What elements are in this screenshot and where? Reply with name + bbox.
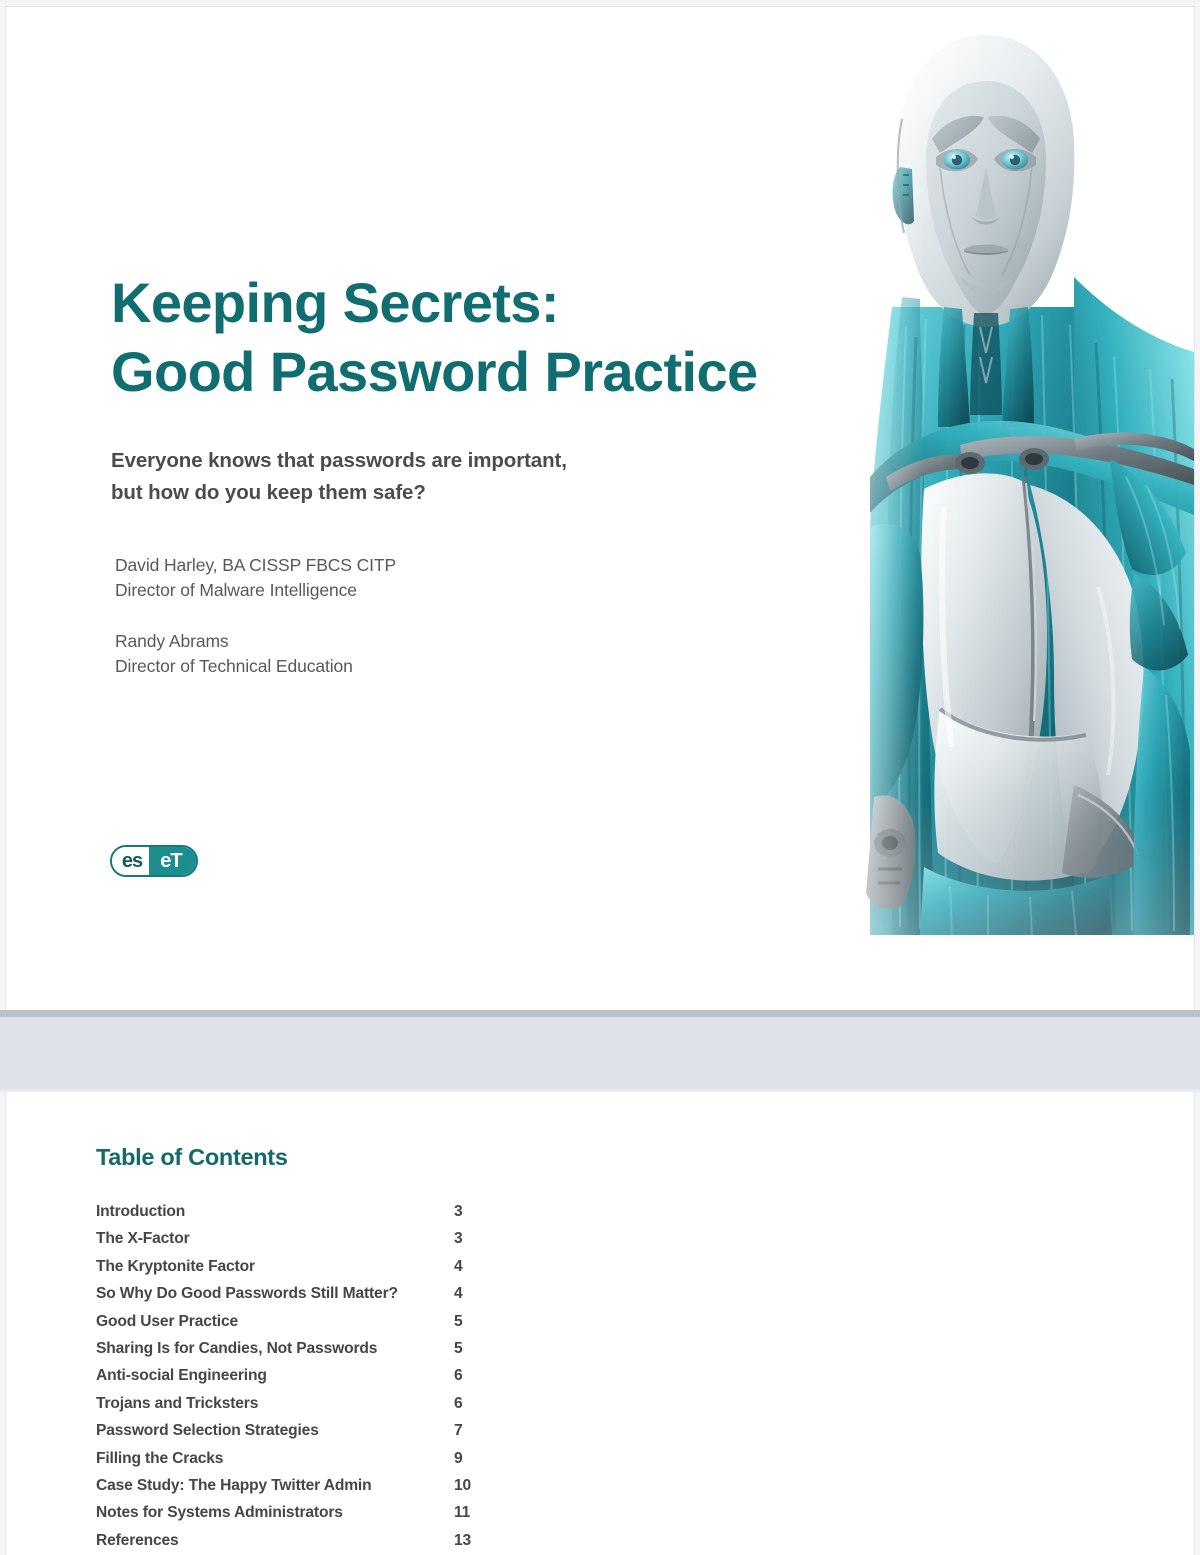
toc-entry-label: Good User Practice [96,1312,239,1330]
page-subtitle: Everyone knows that passwords are import… [111,448,567,504]
toc-list: Introduction 3 The X-Factor 3 The Kryptonite… [96,1203,516,1555]
author-list: David Harley, BA CISSP FBCS CITP Directo… [115,553,396,678]
page-separator [0,1010,1200,1092]
toc-entry[interactable]: Case Study: The Happy Twitter Admin 10 [96,1477,516,1504]
toc-entry-label: Trojans and Tricksters [96,1394,259,1412]
toc-entry-page-number: 4 [454,1257,463,1275]
toc-entry-label: So Why Do Good Passwords Still Matter? [96,1285,398,1303]
eset-logo-text-right: eT [148,847,196,875]
toc-entry-label: Password Selection Strategies [96,1422,319,1440]
author-name: Randy Abrams [115,630,229,651]
toc-entry-label: Notes for Systems Administrators [96,1504,343,1522]
toc-entry[interactable]: Anti-social Engineering 6 [96,1367,516,1394]
author-role: Director of Technical Education [115,655,353,676]
author-entry: Randy Abrams Director of Technical Educa… [115,629,396,679]
toc-entry-page-number: 7 [454,1422,463,1440]
toc-entry[interactable]: Filling the Cracks 9 [96,1450,516,1477]
toc-entry[interactable]: Sharing Is for Candies, Not Passwords 5 [96,1340,516,1367]
toc-entry-page-number: 3 [454,1230,463,1248]
cover-page: Keeping Secrets: Good Password Practice … [5,6,1195,1010]
toc-entry[interactable]: Good User Practice 5 [96,1313,516,1340]
toc-entry-page-number: 6 [454,1394,463,1412]
eset-logo: es eT [110,845,198,877]
toc-heading: Table of Contents [96,1144,288,1170]
table-of-contents: Table of Contents Introduction 3 The X-Fac… [96,1144,516,1555]
toc-entry-label: Introduction [96,1203,186,1220]
eset-logo-text-left: es [112,847,149,875]
toc-entry-page-number: 5 [454,1339,463,1357]
toc-entry-label: Case Study: The Happy Twitter Admin [96,1476,372,1494]
toc-entry-label: References [96,1531,179,1549]
toc-entry-page-number: 11 [454,1504,471,1522]
toc-entry[interactable]: Introduction 3 [96,1203,516,1230]
page-title: Keeping Secrets: Good Password Practice [111,271,758,403]
cover-headline-group: Keeping Secrets: Good Password Practice … [111,269,901,508]
author-entry: David Harley, BA CISSP FBCS CITP Directo… [115,553,396,603]
toc-entry-page-number: 13 [454,1531,472,1549]
toc-entry-page-number: 9 [454,1449,463,1467]
document-viewport: Keeping Secrets: Good Password Practice … [0,0,1200,1555]
toc-entry-label: Sharing Is for Candies, Not Passwords [96,1339,378,1357]
toc-entry-page-number: 6 [454,1367,463,1385]
toc-entry-label: The Kryptonite Factor [96,1257,255,1275]
toc-entry[interactable]: Notes for Systems Administrators 11 [96,1504,516,1531]
author-role: Director of Malware Intelligence [115,579,357,600]
toc-entry[interactable]: References 13 [96,1532,516,1555]
table-of-contents-page: Table of Contents Introduction 3 The X-Fac… [5,1092,1195,1555]
toc-entry[interactable]: The Kryptonite Factor 4 [96,1258,516,1285]
toc-entry[interactable]: The X-Factor 3 [96,1230,516,1257]
toc-entry[interactable]: Trojans and Tricksters 6 [96,1395,516,1422]
toc-entry-page-number: 4 [454,1285,463,1303]
toc-entry[interactable]: So Why Do Good Passwords Still Matter? 4 [96,1285,516,1312]
toc-entry-label: Filling the Cracks [96,1449,224,1467]
toc-entry-label: Anti-social Engineering [96,1367,267,1385]
toc-entry[interactable]: Password Selection Strategies 7 [96,1422,516,1449]
author-name: David Harley, BA CISSP FBCS CITP [115,555,397,575]
toc-entry-page-number: 5 [454,1312,463,1330]
toc-entry-page-number: 3 [454,1203,463,1220]
toc-entry-label: The X-Factor [96,1230,190,1248]
toc-entry-page-number: 10 [454,1476,472,1494]
